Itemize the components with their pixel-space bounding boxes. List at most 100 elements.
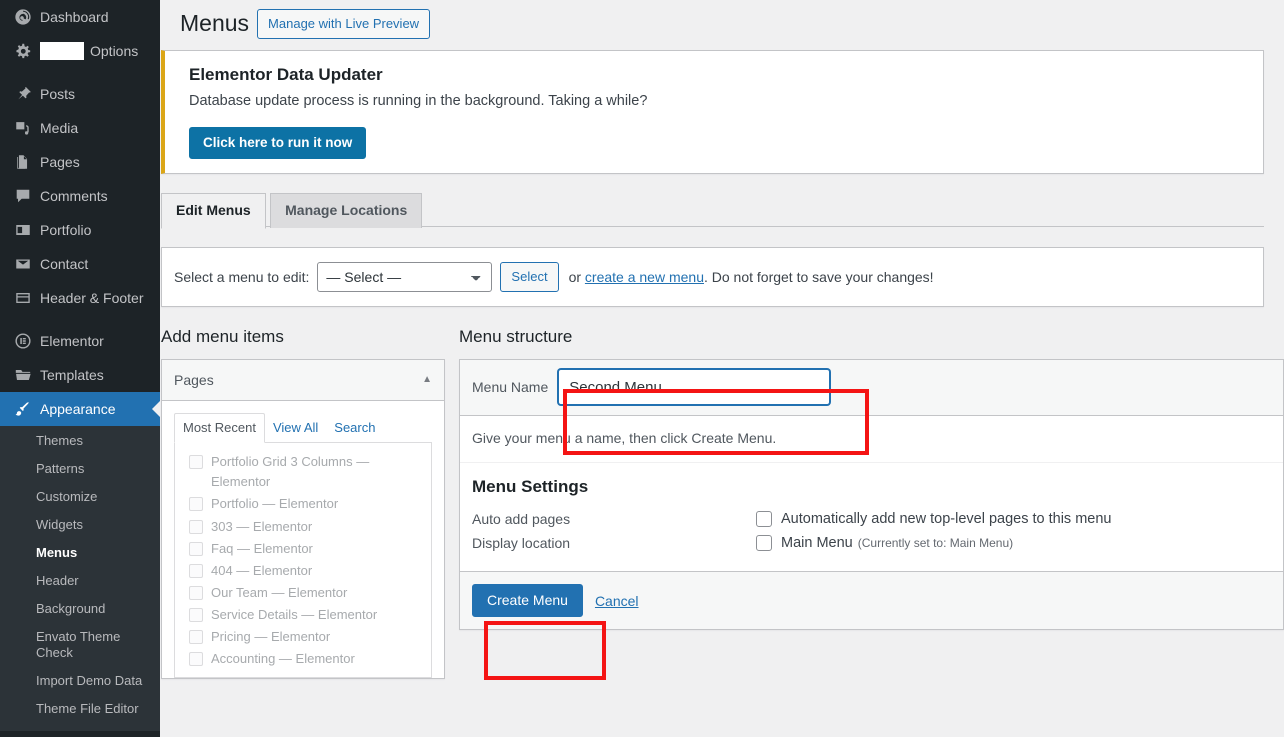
list-item[interactable]: 404 — Elementor bbox=[185, 560, 421, 582]
pages-tab-view-all[interactable]: View All bbox=[265, 414, 326, 442]
sidebar-item-elementor[interactable]: Elementor bbox=[0, 324, 160, 358]
sidebar-item-label: Pages bbox=[40, 155, 80, 169]
submenu-item-envato-theme-check[interactable]: Envato Theme Check bbox=[0, 623, 160, 667]
display-location-row: Display location Main Menu (Currently se… bbox=[472, 531, 1271, 555]
submenu-item-background[interactable]: Background bbox=[0, 595, 160, 623]
sidebar-item-posts[interactable]: Posts bbox=[0, 77, 160, 111]
page-checkbox[interactable] bbox=[189, 652, 203, 666]
page-header: Menus Manage with Live Preview bbox=[160, 0, 1284, 45]
submenu-item-header[interactable]: Header bbox=[0, 567, 160, 595]
sidebar-item-media[interactable]: Media bbox=[0, 111, 160, 145]
auto-add-pages-row: Auto add pages Automatically add new top… bbox=[472, 507, 1271, 531]
folder-icon bbox=[10, 365, 36, 385]
add-menu-items-heading: Add menu items bbox=[161, 321, 445, 351]
submenu-item-patterns[interactable]: Patterns bbox=[0, 455, 160, 483]
submenu-item-customize[interactable]: Customize bbox=[0, 483, 160, 511]
list-item[interactable]: 303 — Elementor bbox=[185, 516, 421, 538]
sidebar-item-dashboard[interactable]: Dashboard bbox=[0, 0, 160, 34]
sidebar-item-label: Appearance bbox=[40, 402, 116, 416]
list-item[interactable]: Accounting — Elementor bbox=[185, 648, 421, 670]
menu-name-label: Menu Name bbox=[472, 379, 548, 395]
media-icon bbox=[10, 118, 36, 138]
display-location-checkbox[interactable] bbox=[756, 535, 772, 551]
auto-add-pages-label: Auto add pages bbox=[472, 511, 756, 527]
portfolio-icon bbox=[10, 220, 36, 240]
sidebar-item-header-footer[interactable]: Header & Footer bbox=[0, 281, 160, 315]
brush-icon bbox=[10, 399, 36, 419]
sidebar-item-templates[interactable]: Templates bbox=[0, 358, 160, 392]
layout-icon bbox=[10, 288, 36, 308]
sidebar-item-label: Dashboard bbox=[40, 10, 109, 24]
sidebar-separator-2 bbox=[0, 315, 160, 324]
submenu-item-widgets[interactable]: Widgets bbox=[0, 511, 160, 539]
pages-tab-most-recent[interactable]: Most Recent bbox=[174, 413, 265, 443]
menu-select-dropdown[interactable]: — Select — bbox=[317, 262, 492, 292]
sidebar-item-label: Elementor bbox=[40, 334, 104, 348]
sidebar-item-appearance[interactable]: Appearance bbox=[0, 392, 160, 426]
publishing-action-bar: Create Menu Cancel bbox=[460, 571, 1283, 629]
page-checkbox[interactable] bbox=[189, 520, 203, 534]
display-location-label: Display location bbox=[472, 535, 756, 551]
pages-icon bbox=[10, 152, 36, 172]
pages-accordion-title: Pages bbox=[174, 372, 214, 388]
manage-with-live-preview-button[interactable]: Manage with Live Preview bbox=[257, 9, 430, 39]
sidebar-item-label: Portfolio bbox=[40, 223, 91, 237]
list-item[interactable]: Faq — Elementor bbox=[185, 538, 421, 560]
pages-accordion-header[interactable]: Pages ▲ bbox=[162, 360, 444, 401]
tab-manage-locations[interactable]: Manage Locations bbox=[270, 193, 422, 228]
select-menu-label: Select a menu to edit: bbox=[174, 269, 309, 285]
sidebar-item-label: Options bbox=[90, 44, 138, 58]
chevron-up-icon[interactable]: ▲ bbox=[422, 374, 432, 385]
run-update-now-button[interactable]: Click here to run it now bbox=[189, 127, 366, 159]
menu-name-hint: Give your menu a name, then click Create… bbox=[460, 416, 1283, 463]
notice-title: Elementor Data Updater bbox=[189, 65, 1251, 85]
menu-select-panel: Select a menu to edit: — Select — Select… bbox=[161, 247, 1264, 307]
create-a-new-menu-link[interactable]: create a new menu bbox=[585, 269, 704, 285]
auto-add-pages-checkbox[interactable] bbox=[756, 511, 772, 527]
list-item[interactable]: Portfolio Grid 3 Columns — Elementor bbox=[185, 451, 421, 493]
sidebar-item-options[interactable]: Options bbox=[0, 34, 160, 68]
list-item[interactable]: Pricing — Elementor bbox=[185, 626, 421, 648]
submenu-item-menus[interactable]: Menus bbox=[0, 539, 160, 567]
submenu-item-themes[interactable]: Themes bbox=[0, 427, 160, 455]
sidebar-item-contact[interactable]: Contact bbox=[0, 247, 160, 281]
page-label: 404 — Elementor bbox=[211, 561, 312, 581]
tab-edit-menus[interactable]: Edit Menus bbox=[161, 193, 266, 229]
page-checkbox[interactable] bbox=[189, 586, 203, 600]
page-checkbox[interactable] bbox=[189, 608, 203, 622]
appearance-submenu: Themes Patterns Customize Widgets Menus … bbox=[0, 426, 160, 731]
list-item[interactable]: Our Team — Elementor bbox=[185, 582, 421, 604]
page-checkbox[interactable] bbox=[189, 630, 203, 644]
page-checkbox[interactable] bbox=[189, 564, 203, 578]
pages-tab-search[interactable]: Search bbox=[326, 414, 383, 442]
main-content: Menus Manage with Live Preview Elementor… bbox=[160, 0, 1284, 737]
page-checkbox[interactable] bbox=[189, 497, 203, 511]
pages-tabs-nav: Most Recent View All Search bbox=[174, 413, 432, 443]
sidebar-separator-1 bbox=[0, 68, 160, 77]
add-menu-items-column: Add menu items Pages ▲ Most Recent View … bbox=[161, 321, 445, 679]
page-label: 303 — Elementor bbox=[211, 517, 312, 537]
submenu-item-import-demo-data[interactable]: Import Demo Data bbox=[0, 667, 160, 695]
page-checkbox[interactable] bbox=[189, 542, 203, 556]
select-button[interactable]: Select bbox=[500, 262, 558, 292]
menu-edit-area: Add menu items Pages ▲ Most Recent View … bbox=[161, 307, 1284, 679]
pages-tabs-panel[interactable]: Portfolio Grid 3 Columns — Elementor Por… bbox=[174, 443, 432, 677]
sidebar-item-portfolio[interactable]: Portfolio bbox=[0, 213, 160, 247]
display-location-note: (Currently set to: Main Menu) bbox=[858, 536, 1013, 550]
page-label: Accounting — Elementor bbox=[211, 649, 355, 669]
sidebar-item-label: Posts bbox=[40, 87, 75, 101]
create-menu-button[interactable]: Create Menu bbox=[472, 584, 583, 617]
page-checkbox[interactable] bbox=[189, 455, 203, 469]
list-item[interactable]: Service Details — Elementor bbox=[185, 604, 421, 626]
pin-icon bbox=[10, 84, 36, 104]
sidebar-item-pages[interactable]: Pages bbox=[0, 145, 160, 179]
list-item[interactable]: Portfolio — Elementor bbox=[185, 493, 421, 515]
cancel-link[interactable]: Cancel bbox=[595, 593, 639, 609]
submenu-item-theme-file-editor[interactable]: Theme File Editor bbox=[0, 695, 160, 723]
display-location-text: Main Menu bbox=[781, 535, 853, 551]
sidebar-item-comments[interactable]: Comments bbox=[0, 179, 160, 213]
page-label: Portfolio Grid 3 Columns — Elementor bbox=[211, 452, 421, 492]
menu-structure-heading: Menu structure bbox=[459, 321, 1284, 351]
menu-name-input[interactable] bbox=[558, 369, 830, 405]
or-prefix: or bbox=[569, 269, 585, 285]
